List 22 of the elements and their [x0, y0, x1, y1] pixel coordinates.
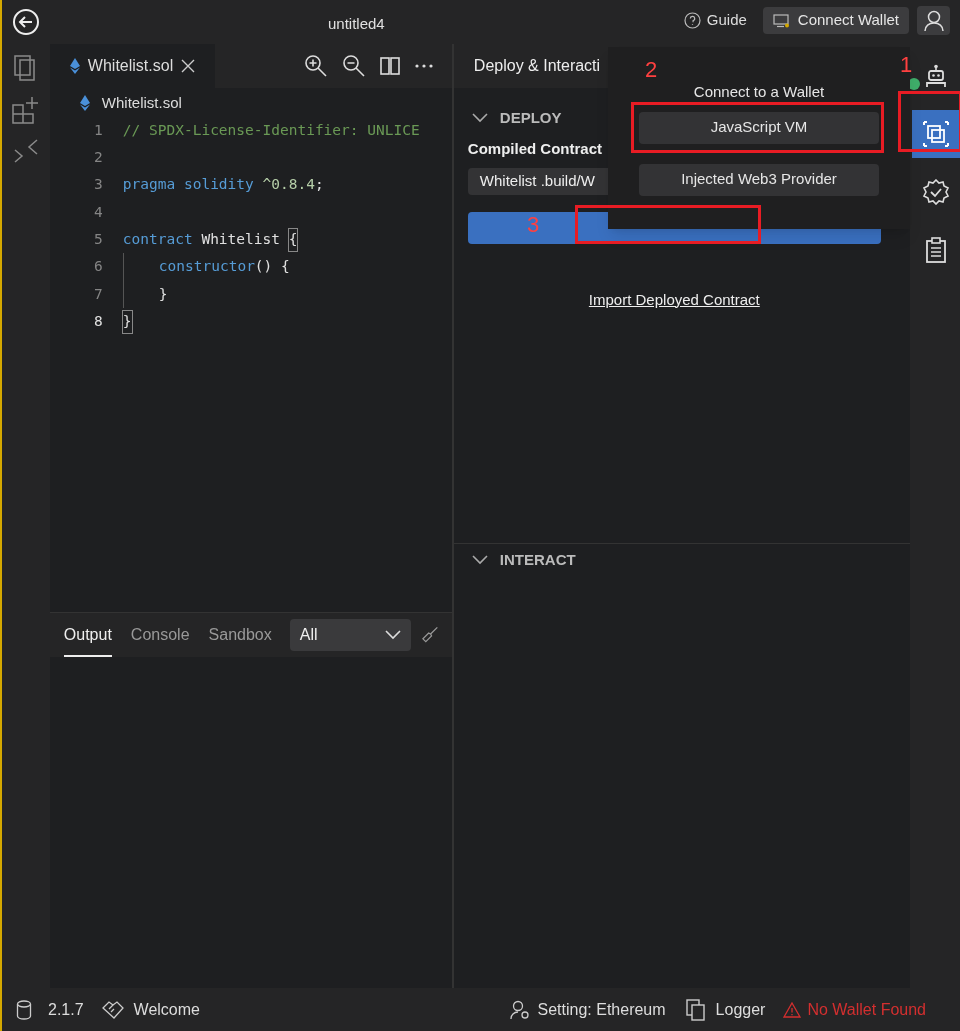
code-line: contract Whitelist {: [122, 226, 298, 254]
step-number: 1: [900, 54, 913, 76]
line-number: 8: [93, 311, 104, 331]
code-line: // SPDX-License-Identifier: UNLICE: [122, 120, 420, 140]
code-line: constructor() {: [158, 257, 290, 277]
line-number: 4: [93, 202, 104, 222]
code-line: pragma solidity ^0.8.4;: [122, 175, 324, 195]
code-line: }: [158, 284, 168, 304]
line-number: 5: [93, 229, 104, 249]
line-number: 2: [93, 148, 104, 168]
code-line: }: [122, 308, 132, 336]
step-number: 3: [527, 214, 540, 236]
version-text: 2.1.7: [48, 999, 84, 1020]
step-number: 2: [645, 59, 658, 81]
line-number: 1: [93, 120, 104, 140]
window-title: untitled4: [328, 14, 385, 34]
popup-title: Connect to a Wallet: [693, 82, 825, 102]
line-number: 7: [93, 284, 104, 304]
line-number: 3: [93, 175, 104, 195]
panel-title: Deploy & Interacti: [473, 56, 601, 76]
line-number: 6: [93, 257, 104, 277]
compiled-contracts-label: Compiled Contract: [467, 139, 603, 159]
